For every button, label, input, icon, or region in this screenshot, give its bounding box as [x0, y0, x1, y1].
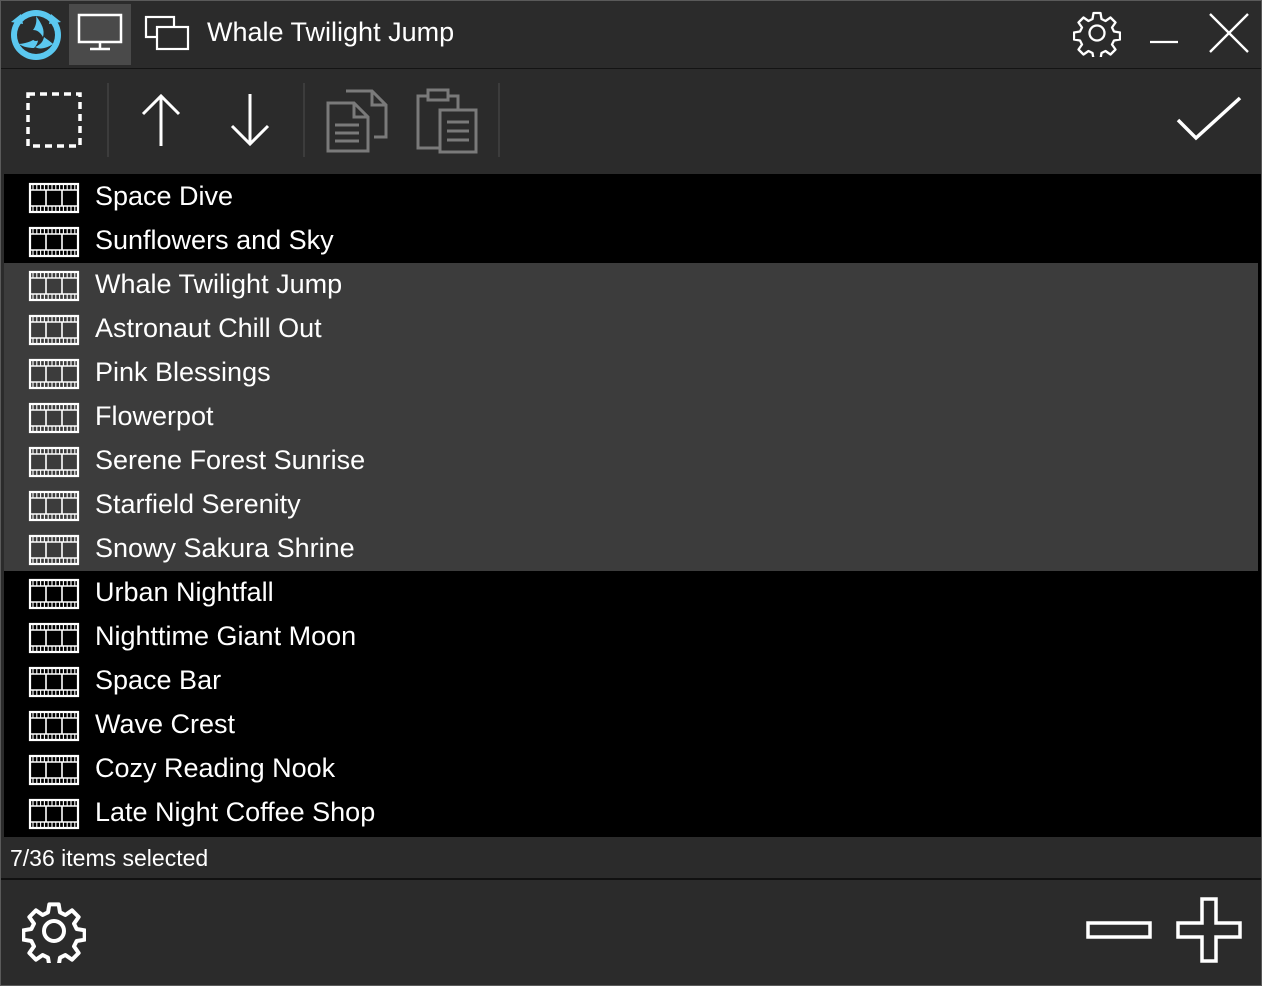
settings-button-bottom[interactable]: [19, 898, 89, 968]
list-item[interactable]: Cozy Reading Nook: [4, 747, 1258, 791]
title-bar: Whale Twilight Jump: [1, 1, 1261, 69]
wallpaper-list[interactable]: Space Dive Sunflowers and Sky Whale Twilig…: [4, 174, 1261, 837]
film-icon: [28, 490, 80, 522]
list-item-label: Cozy Reading Nook: [95, 753, 336, 783]
plus-icon: [1175, 896, 1243, 969]
copy-button[interactable]: [321, 83, 393, 161]
close-button[interactable]: [1199, 7, 1259, 63]
selection-count: 7/36 items selected: [10, 845, 209, 871]
toolbar-divider: [498, 83, 500, 157]
list-item-label: Flowerpot: [95, 401, 214, 431]
add-button[interactable]: [1171, 896, 1247, 968]
film-icon: [28, 534, 80, 566]
list-item-label: Sunflowers and Sky: [95, 225, 334, 255]
film-icon: [28, 314, 80, 346]
film-icon: [28, 754, 80, 786]
film-icon: [28, 666, 80, 698]
list-item-label: Pink Blessings: [95, 357, 271, 387]
list-item[interactable]: Space Bar: [4, 659, 1258, 703]
tab-windows[interactable]: [139, 9, 195, 61]
remove-button[interactable]: [1083, 910, 1155, 956]
list-item-label: Urban Nightfall: [95, 577, 274, 607]
arrow-down-icon: [228, 92, 272, 153]
toolbar: [1, 69, 1261, 173]
film-icon: [28, 182, 80, 214]
paste-button[interactable]: [411, 83, 483, 161]
list-item-label: Whale Twilight Jump: [95, 269, 343, 299]
select-all-icon: [24, 90, 84, 155]
confirm-button[interactable]: [1171, 83, 1247, 161]
list-item[interactable]: Whale Twilight Jump: [4, 263, 1258, 307]
window-title: Whale Twilight Jump: [207, 17, 455, 47]
list-item-label: Nighttime Giant Moon: [95, 621, 357, 651]
list-item[interactable]: Sunflowers and Sky: [4, 219, 1258, 263]
gear-icon: [21, 899, 87, 968]
list-item-label: Wave Crest: [95, 709, 236, 739]
list-item[interactable]: Astronaut Chill Out: [4, 307, 1258, 351]
list-item[interactable]: Pink Blessings: [4, 351, 1258, 395]
film-icon: [28, 710, 80, 742]
list-item[interactable]: Starfield Serenity: [4, 483, 1258, 527]
film-icon: [28, 578, 80, 610]
list-item-label: Late Night Coffee Shop: [95, 797, 376, 827]
arrow-up-icon: [139, 92, 183, 153]
film-icon: [28, 270, 80, 302]
list-item-label: Snowy Sakura Shrine: [95, 533, 355, 563]
film-icon: [28, 798, 80, 830]
list-item-label: Space Dive: [95, 181, 234, 211]
minimize-icon: [1148, 18, 1180, 53]
list-item-label: Astronaut Chill Out: [95, 313, 322, 343]
close-icon: [1207, 11, 1251, 60]
select-all-button[interactable]: [18, 83, 90, 161]
checkmark-icon: [1174, 94, 1244, 151]
film-icon: [28, 402, 80, 434]
list-item[interactable]: Late Night Coffee Shop: [4, 791, 1258, 835]
status-bar: 7/36 items selected: [1, 838, 1261, 880]
list-item-label: Starfield Serenity: [95, 489, 301, 519]
film-icon: [28, 358, 80, 390]
film-icon: [28, 226, 80, 258]
move-down-button[interactable]: [214, 83, 286, 161]
app-logo-icon[interactable]: [9, 7, 63, 63]
toolbar-divider: [303, 83, 305, 157]
list-item[interactable]: Nighttime Giant Moon: [4, 615, 1258, 659]
move-up-button[interactable]: [125, 83, 197, 161]
list-item-label: Serene Forest Sunrise: [95, 445, 366, 475]
monitor-icon: [77, 12, 123, 57]
list-item[interactable]: Serene Forest Sunrise: [4, 439, 1258, 483]
film-icon: [28, 446, 80, 478]
tab-monitor[interactable]: [69, 4, 131, 65]
settings-button[interactable]: [1067, 7, 1127, 63]
film-icon: [28, 622, 80, 654]
list-item[interactable]: Space Dive: [4, 175, 1258, 219]
bottom-bar: [1, 880, 1261, 985]
list-item[interactable]: Flowerpot: [4, 395, 1258, 439]
paste-icon: [414, 86, 480, 159]
list-item-label: Space Bar: [95, 665, 222, 695]
list-item[interactable]: Urban Nightfall: [4, 571, 1258, 615]
gear-icon: [1072, 9, 1122, 62]
app-window: Whale Twilight Jump Space Dive Sunflower…: [0, 0, 1262, 986]
minimize-button[interactable]: [1135, 7, 1193, 63]
windows-icon: [144, 15, 190, 56]
list-item[interactable]: Snowy Sakura Shrine: [4, 527, 1258, 571]
minus-icon: [1085, 919, 1153, 948]
list-item[interactable]: Wave Crest: [4, 703, 1258, 747]
copy-icon: [324, 87, 390, 158]
toolbar-divider: [107, 83, 109, 157]
